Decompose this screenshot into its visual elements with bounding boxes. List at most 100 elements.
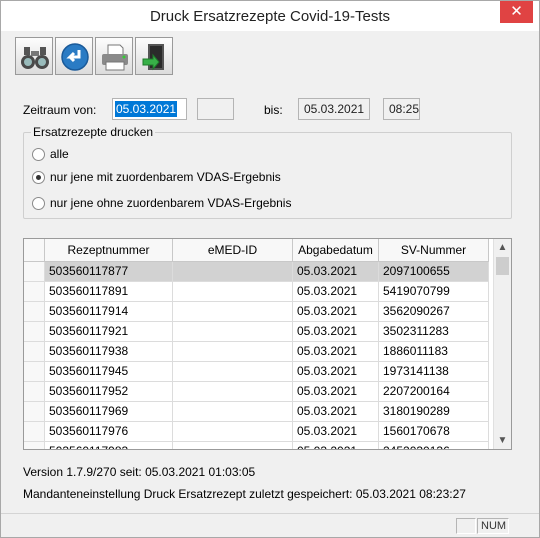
row-header-cell bbox=[24, 402, 45, 422]
print-button[interactable] bbox=[95, 37, 133, 75]
table-cell bbox=[173, 422, 293, 442]
row-header-cell bbox=[24, 342, 45, 362]
table-cell: 05.03.2021 bbox=[293, 262, 379, 282]
table-row[interactable]: 503560117921 05.03.2021 3502311283 bbox=[24, 322, 494, 342]
from-date-field[interactable]: 05.03.2021 bbox=[112, 98, 187, 120]
close-button[interactable]: ✕ bbox=[500, 1, 533, 23]
back-button[interactable] bbox=[55, 37, 93, 75]
table-cell: 2097100655 bbox=[379, 262, 489, 282]
version-info: Version 1.7.9/270 seit: 05.03.2021 01:03… bbox=[23, 465, 256, 479]
table-cell: 503560117877 bbox=[45, 262, 173, 282]
prescription-table[interactable]: Rezeptnummer eMED-ID Abgabedatum SV-Numm… bbox=[23, 238, 512, 450]
period-from-label: Zeitraum von: bbox=[23, 103, 97, 117]
table-cell: 1560170678 bbox=[379, 422, 489, 442]
radio-button[interactable] bbox=[32, 197, 45, 210]
row-header-cell bbox=[24, 442, 45, 449]
table-cell: 2207200164 bbox=[379, 382, 489, 402]
status-main-pane bbox=[7, 518, 457, 534]
radio-label: alle bbox=[50, 147, 69, 161]
table-cell: 05.03.2021 bbox=[293, 422, 379, 442]
row-header-corner bbox=[24, 239, 45, 262]
table-cell: 3562090267 bbox=[379, 302, 489, 322]
from-time-field[interactable] bbox=[197, 98, 234, 120]
table-cell: 503560117921 bbox=[45, 322, 173, 342]
scroll-up-icon[interactable]: ▲ bbox=[494, 239, 511, 256]
table-cell bbox=[173, 382, 293, 402]
table-row[interactable]: 503560117877 05.03.2021 2097100655 bbox=[24, 262, 494, 282]
table-cell bbox=[173, 282, 293, 302]
table-cell: 05.03.2021 bbox=[293, 402, 379, 422]
exit-button[interactable] bbox=[135, 37, 173, 75]
status-pane-empty bbox=[456, 518, 476, 534]
period-to-label: bis: bbox=[264, 103, 283, 117]
exit-door-icon bbox=[142, 44, 164, 71]
table-cell bbox=[173, 362, 293, 382]
table-cell: 05.03.2021 bbox=[293, 282, 379, 302]
radio-button[interactable] bbox=[32, 148, 45, 161]
main-window: Druck Ersatzrezepte Covid-19-Tests ✕ Zei… bbox=[0, 0, 540, 538]
table-cell: 503560117891 bbox=[45, 282, 173, 302]
table-cell bbox=[173, 322, 293, 342]
table-cell bbox=[173, 262, 293, 282]
table-cell bbox=[173, 342, 293, 362]
table-cell: 05.03.2021 bbox=[293, 302, 379, 322]
table-row[interactable]: 503560117952 05.03.2021 2207200164 bbox=[24, 382, 494, 402]
row-header-cell bbox=[24, 422, 45, 442]
vertical-scrollbar[interactable]: ▲ ▼ bbox=[493, 239, 511, 449]
table-row[interactable]: 503560117914 05.03.2021 3562090267 bbox=[24, 302, 494, 322]
column-header-abgabedatum[interactable]: Abgabedatum bbox=[293, 239, 379, 262]
table-cell: 503560117938 bbox=[45, 342, 173, 362]
table-cell: 503560117952 bbox=[45, 382, 173, 402]
resize-grip[interactable] bbox=[510, 518, 534, 534]
table-row[interactable]: 503560117969 05.03.2021 3180190289 bbox=[24, 402, 494, 422]
radio-button[interactable] bbox=[32, 171, 45, 184]
binoculars-icon bbox=[21, 47, 49, 69]
to-time-field[interactable]: 08:25 bbox=[383, 98, 420, 120]
table-cell: 05.03.2021 bbox=[293, 382, 379, 402]
table-row[interactable]: 503560117945 05.03.2021 1973141138 bbox=[24, 362, 494, 382]
row-header-cell bbox=[24, 302, 45, 322]
table-cell: 5419070799 bbox=[379, 282, 489, 302]
table-cell bbox=[173, 302, 293, 322]
table-row[interactable]: 503560117891 05.03.2021 5419070799 bbox=[24, 282, 494, 302]
last-saved-info: Mandanteneinstellung Druck Ersatzrezept … bbox=[23, 487, 466, 501]
table-cell: 05.03.2021 bbox=[293, 362, 379, 382]
table-cell bbox=[173, 402, 293, 422]
table-cell: 3180190289 bbox=[379, 402, 489, 422]
row-header-cell bbox=[24, 322, 45, 342]
table-cell: 503560117914 bbox=[45, 302, 173, 322]
radio-label: nur jene mit zuordenbarem VDAS-Ergebnis bbox=[50, 170, 281, 184]
from-date-value: 05.03.2021 bbox=[115, 101, 178, 117]
table-cell: 05.03.2021 bbox=[293, 342, 379, 362]
status-bar: NUM bbox=[1, 513, 539, 537]
printer-icon bbox=[102, 44, 128, 71]
column-header-emed-id[interactable]: eMED-ID bbox=[173, 239, 293, 262]
scroll-thumb[interactable] bbox=[496, 257, 509, 275]
column-header-sv-nummer[interactable]: SV-Nummer bbox=[379, 239, 489, 262]
to-date-field[interactable]: 05.03.2021 bbox=[298, 98, 370, 120]
table-cell bbox=[173, 442, 293, 449]
table-cell: 503560117969 bbox=[45, 402, 173, 422]
print-options-title: Ersatzrezepte drucken bbox=[31, 125, 156, 139]
table-cell: 1886011183 bbox=[379, 342, 489, 362]
table-row[interactable]: 503560117938 05.03.2021 1886011183 bbox=[24, 342, 494, 362]
table-cell: 503560117983 bbox=[45, 442, 173, 449]
row-header-cell bbox=[24, 382, 45, 402]
scroll-down-icon[interactable]: ▼ bbox=[494, 432, 511, 449]
window-title: Druck Ersatzrezepte Covid-19-Tests bbox=[149, 8, 391, 25]
table-row[interactable]: 503560117976 05.03.2021 1560170678 bbox=[24, 422, 494, 442]
row-header-cell bbox=[24, 262, 45, 282]
table-row[interactable]: 503560117983 05.03.20212452030136 bbox=[24, 442, 494, 449]
back-arrow-icon bbox=[61, 43, 89, 71]
num-lock-indicator: NUM bbox=[477, 518, 509, 534]
table-cell: 05.03.2021 bbox=[293, 442, 379, 449]
column-header-rezeptnummer[interactable]: Rezeptnummer bbox=[45, 239, 173, 262]
table-cell: 1973141138 bbox=[379, 362, 489, 382]
row-header-cell bbox=[24, 362, 45, 382]
table-cell: 3502311283 bbox=[379, 322, 489, 342]
radio-label: nur jene ohne zuordenbarem VDAS-Ergebnis bbox=[50, 196, 292, 210]
table-cell: 503560117945 bbox=[45, 362, 173, 382]
table-cell: 2452030136 bbox=[379, 442, 489, 449]
table-cell: 05.03.2021 bbox=[293, 322, 379, 342]
search-button[interactable] bbox=[15, 37, 53, 75]
